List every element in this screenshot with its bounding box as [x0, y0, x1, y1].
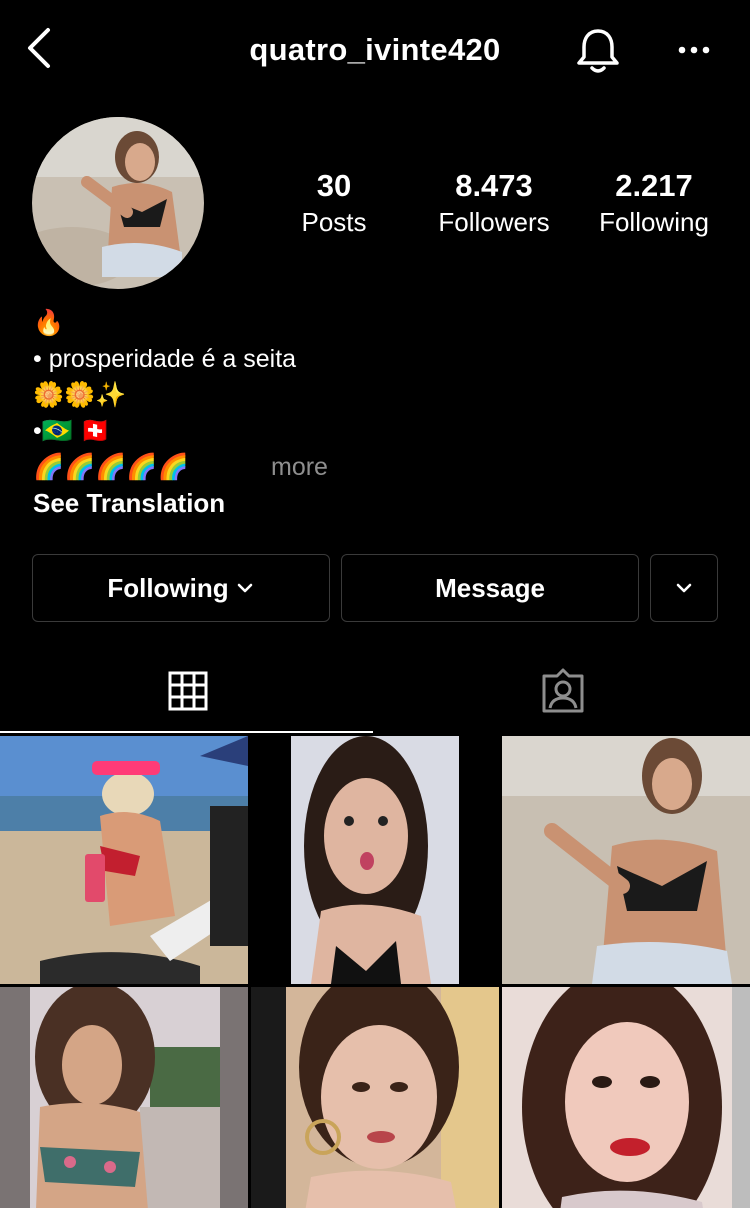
tab-tagged[interactable]: [375, 650, 750, 732]
posts-count-label: Posts: [301, 207, 367, 237]
posts-count[interactable]: 30 Posts: [292, 168, 376, 240]
bio-line-5: 🌈🌈🌈🌈🌈: [33, 453, 189, 481]
post-image: [0, 987, 248, 1208]
followers-count[interactable]: 8.473 Followers: [428, 168, 560, 240]
bio-line-1: 🔥: [33, 309, 65, 337]
post-thumbnail[interactable]: [0, 736, 248, 984]
notifications-button[interactable]: [572, 25, 624, 77]
following-count-value: 2.217: [615, 168, 693, 203]
message-button-label: Message: [435, 572, 545, 603]
post-image: [251, 987, 499, 1208]
followers-count-value: 8.473: [455, 168, 533, 203]
post-image: [502, 987, 750, 1208]
bell-icon: [577, 29, 619, 73]
following-button[interactable]: Following: [32, 554, 330, 622]
more-dots-icon: [678, 46, 710, 54]
post-thumbnail[interactable]: [502, 987, 750, 1208]
profile-username: quatro_ivinte420: [249, 32, 501, 67]
followers-count-label: Followers: [438, 207, 550, 237]
see-translation-link[interactable]: See Translation: [33, 485, 723, 521]
active-tab-indicator: [0, 731, 373, 733]
bio-line-4: •🇧🇷 🇨🇭: [33, 417, 111, 445]
bio-more-link[interactable]: more: [271, 449, 328, 485]
post-image: [502, 736, 750, 984]
chevron-down-icon: [676, 583, 692, 593]
profile-bio: 🔥 • prosperidade é a seita 🌼🌼✨ •🇧🇷 🇨🇭 🌈🌈…: [33, 305, 723, 521]
following-count[interactable]: 2.217 Following: [588, 168, 720, 240]
posts-count-value: 30: [316, 168, 352, 203]
following-count-label: Following: [599, 207, 709, 237]
post-thumbnail[interactable]: [251, 987, 499, 1208]
post-image: [0, 736, 248, 984]
bio-line-2: • prosperidade é a seita: [33, 345, 297, 373]
chevron-down-icon: [237, 583, 252, 593]
tab-posts-grid[interactable]: [0, 650, 375, 732]
post-thumbnail[interactable]: [0, 987, 248, 1208]
more-options-button[interactable]: [672, 36, 716, 64]
avatar-image: [32, 117, 204, 289]
message-button[interactable]: Message: [341, 554, 639, 622]
bio-line-3: 🌼🌼✨: [33, 381, 127, 409]
grid-icon: [168, 671, 207, 711]
post-thumbnail[interactable]: [502, 736, 750, 984]
bio-line-5-wrapper: 🌈🌈🌈🌈🌈 more: [33, 449, 723, 485]
profile-header: quatro_ivinte420: [0, 0, 750, 100]
post-thumbnail[interactable]: [251, 736, 499, 984]
profile-avatar[interactable]: [32, 117, 204, 289]
post-image: [251, 736, 499, 984]
tagged-icon: [542, 668, 583, 713]
following-button-label: Following: [107, 572, 229, 603]
suggested-accounts-button[interactable]: [650, 554, 718, 622]
